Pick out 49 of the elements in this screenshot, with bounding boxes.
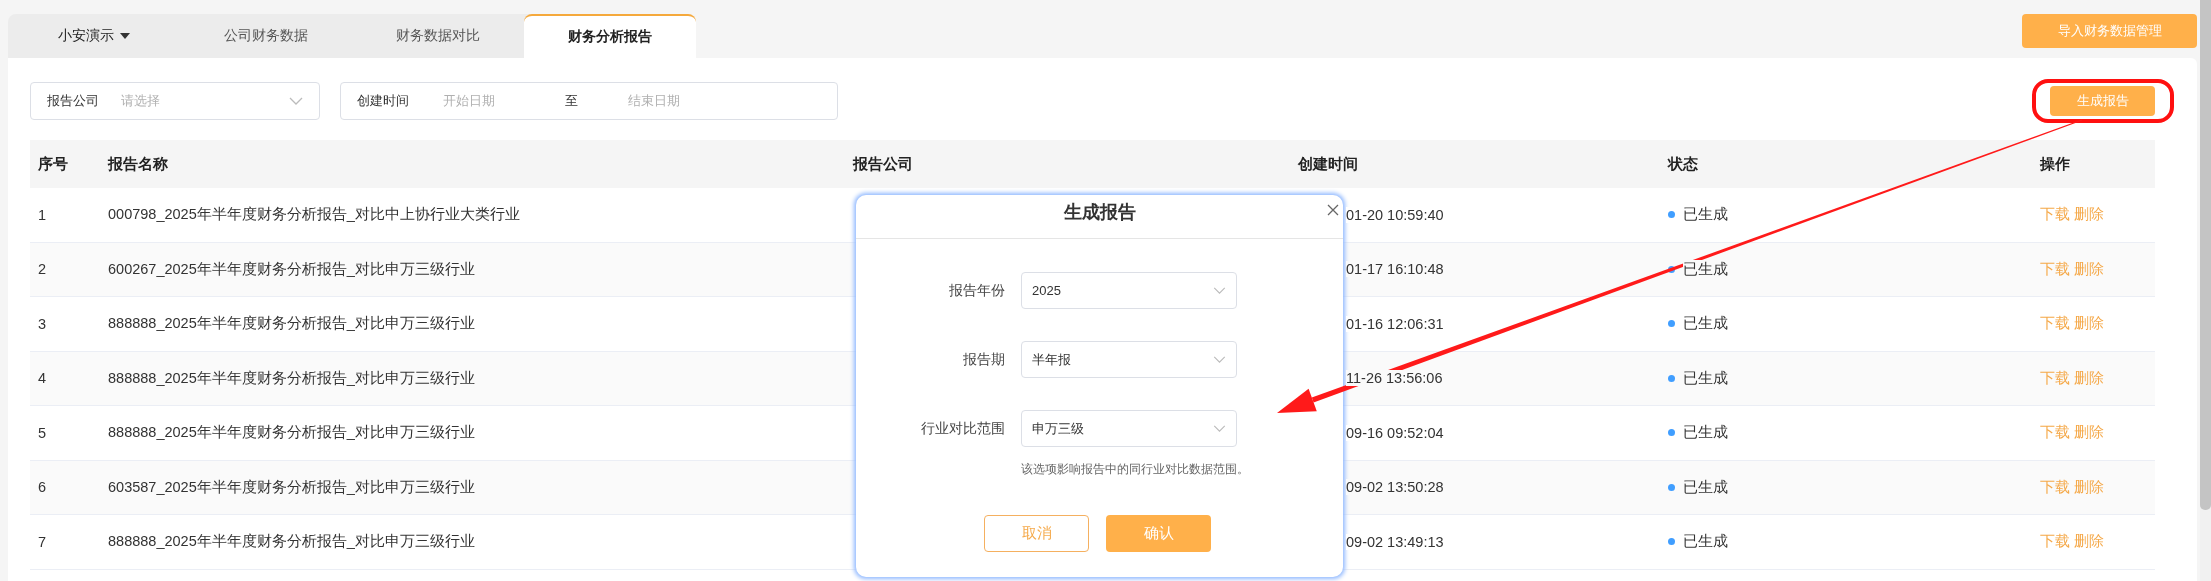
status-text: 已生成 [1683, 477, 1728, 497]
status-dot [1668, 320, 1675, 328]
status-text: 已生成 [1683, 259, 1728, 279]
chevron-icon [1213, 425, 1226, 432]
action-link[interactable]: 删除 [2074, 259, 2104, 279]
action-link[interactable]: 删除 [2074, 532, 2104, 552]
tab[interactable]: 财务分析报告 [524, 14, 696, 58]
status-dot [1668, 538, 1675, 546]
status-dot [1668, 374, 1675, 382]
confirm-button[interactable]: 确认 [1106, 515, 1211, 552]
status-dot [1668, 429, 1675, 437]
action-link[interactable]: 删除 [2074, 477, 2104, 497]
cancel-button[interactable]: 取消 [984, 515, 1089, 552]
caret-icon [120, 33, 130, 39]
scrollbar[interactable] [2200, 0, 2211, 581]
action-link[interactable]: 下载 [2040, 368, 2070, 388]
field-label: 报告年份 [948, 281, 1005, 300]
date-range-field[interactable]: 创建时间 开始日期 至 结束日期 [340, 82, 838, 120]
action-link[interactable]: 删除 [2074, 423, 2104, 443]
select-field[interactable]: 2025 [1021, 272, 1237, 309]
tab[interactable]: 小安演示 [8, 14, 180, 58]
table-cell: 11-26 13:56:06 [1346, 370, 1443, 387]
generate-report-button[interactable]: 生成报告 [2050, 86, 2155, 116]
hint-text: 该选项影响报告中的同行业对比数据范围。 [1021, 462, 1250, 477]
tab[interactable]: 公司财务数据 [180, 14, 352, 58]
chevron-icon [1213, 356, 1226, 363]
action-link[interactable]: 删除 [2074, 205, 2104, 225]
status-text: 已生成 [1683, 368, 1728, 388]
field-label: 报告期 [962, 350, 1005, 369]
select-field[interactable]: 半年报 [1021, 341, 1237, 378]
select-field[interactable]: 申万三级 [1021, 410, 1237, 447]
company-select[interactable]: 报告公司 请选择 [30, 82, 320, 120]
action-link[interactable]: 下载 [2040, 423, 2070, 443]
action-link[interactable]: 删除 [2074, 368, 2104, 388]
action-link[interactable]: 下载 [2040, 205, 2070, 225]
action-link[interactable]: 下载 [2040, 477, 2070, 497]
action-link[interactable]: 下载 [2040, 532, 2070, 552]
chevron-icon [1213, 287, 1226, 294]
field-label: 行业对比范围 [920, 419, 1005, 438]
action-link[interactable]: 删除 [2074, 314, 2104, 334]
dialog-title: 生成报告 [1063, 200, 1136, 224]
import-button[interactable]: 导入财务数据管理 [2022, 14, 2197, 48]
action-link[interactable]: 下载 [2040, 314, 2070, 334]
chevron-icon [289, 97, 303, 105]
close-icon[interactable] [1327, 204, 1339, 216]
action-link[interactable]: 下载 [2040, 259, 2070, 279]
status-dot [1668, 483, 1675, 491]
tab[interactable]: 财务数据对比 [352, 14, 524, 58]
status-dot [1668, 211, 1675, 219]
